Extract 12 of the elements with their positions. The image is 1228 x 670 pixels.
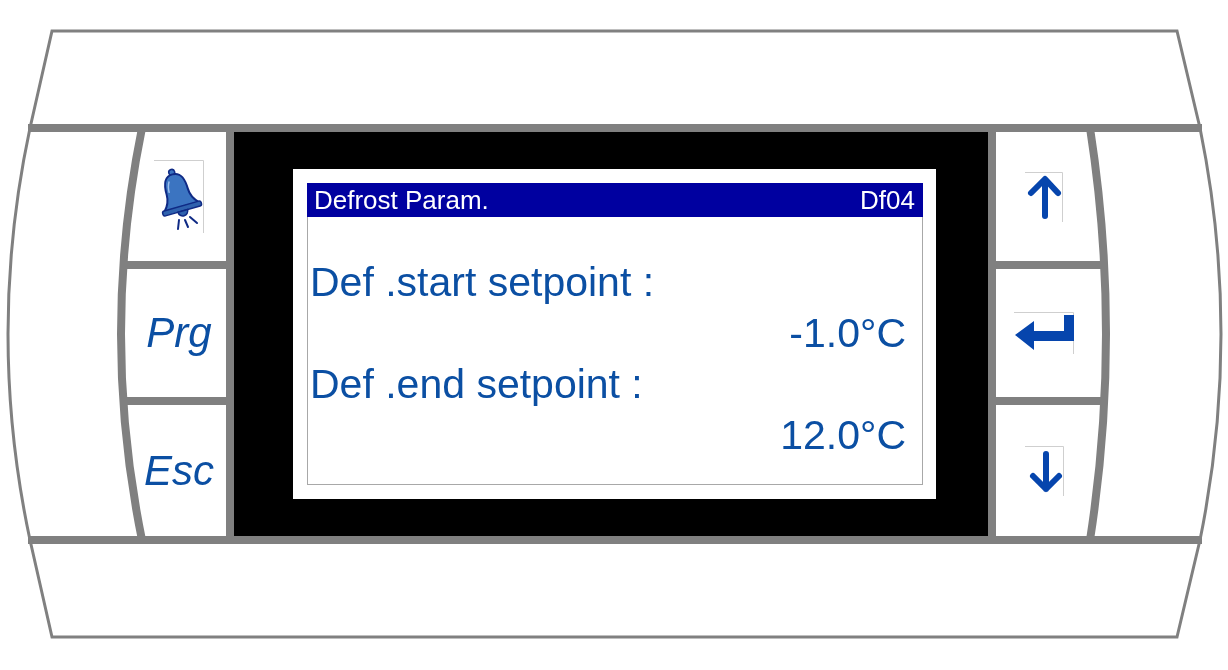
screen-code: Df04 [860, 184, 915, 217]
enter-arrow-icon [1014, 312, 1074, 354]
up-arrow-icon [1025, 171, 1063, 222]
parameter-value: 12.0°C [780, 412, 906, 458]
parameter-label: Def .start setpoint : [310, 259, 655, 305]
parameter-value: -1.0°C [789, 310, 906, 356]
screen-title: Defrost Param. [314, 184, 489, 217]
bell-icon [154, 160, 204, 233]
down-arrow-icon [1024, 445, 1064, 496]
prg-button[interactable]: Prg [136, 269, 226, 397]
parameter-label: Def .end setpoint : [310, 361, 643, 407]
esc-button[interactable]: Esc [136, 405, 226, 536]
